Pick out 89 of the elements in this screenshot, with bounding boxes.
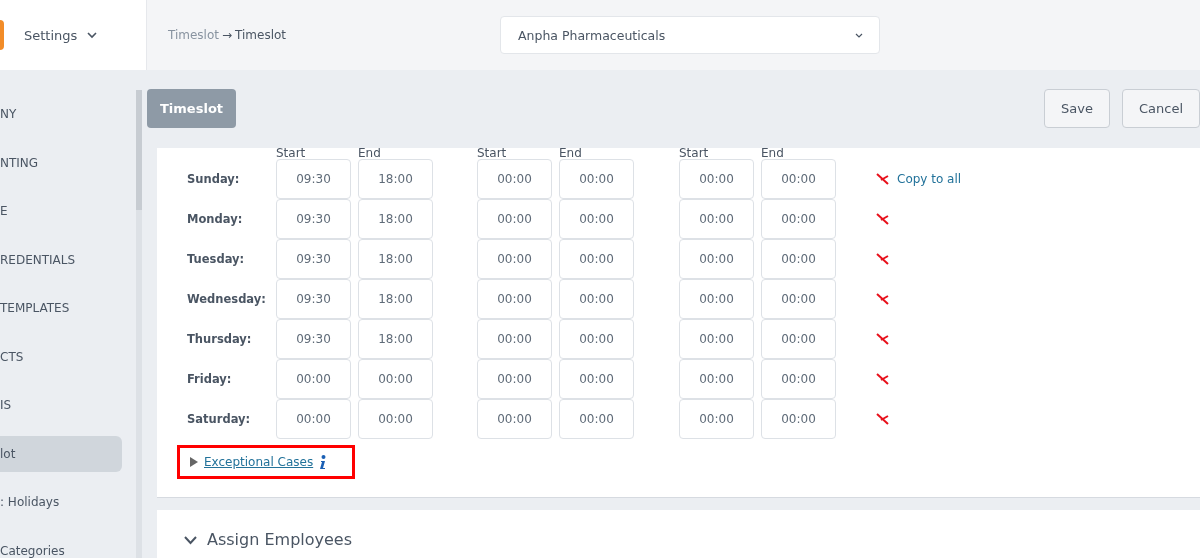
sidebar-item[interactable]: : Holidays	[0, 484, 122, 520]
column-label: Start	[679, 148, 710, 159]
day-label: Monday:	[187, 212, 244, 226]
scrollbar[interactable]	[136, 90, 142, 558]
company-select[interactable]: Anpha Pharmaceuticals	[500, 16, 880, 54]
breadcrumb-arrow: →	[222, 28, 233, 42]
time-field[interactable]: 18:00	[358, 159, 433, 199]
sidebar-item[interactable]: TEMPLATES	[0, 290, 122, 326]
remove-icon[interactable]	[876, 173, 889, 185]
remove-icon[interactable]	[876, 373, 889, 385]
column-label: Start	[477, 148, 508, 159]
sidebar-item[interactable]: E	[0, 193, 122, 229]
time-field[interactable]: 00:00	[559, 199, 634, 239]
column-label: End	[358, 148, 382, 159]
time-field[interactable]: 00:00	[559, 239, 634, 279]
time-field[interactable]: 00:00	[761, 319, 836, 359]
settings-menu[interactable]: Settings	[24, 27, 98, 43]
chevron-down-icon	[855, 32, 863, 38]
time-field[interactable]: 00:00	[679, 159, 754, 199]
time-field[interactable]: 00:00	[761, 279, 836, 319]
time-field[interactable]: 00:00	[477, 399, 552, 439]
time-field[interactable]: 00:00	[679, 359, 754, 399]
expand-triangle-icon[interactable]	[190, 457, 198, 467]
time-field[interactable]: 00:00	[761, 199, 836, 239]
remove-icon[interactable]	[876, 413, 889, 425]
day-label: Saturday:	[187, 412, 252, 426]
day-label: Thursday:	[187, 332, 253, 346]
time-field[interactable]: 09:30	[276, 279, 351, 319]
column-label: End	[559, 148, 583, 159]
time-field[interactable]: 00:00	[679, 199, 754, 239]
time-field[interactable]: 00:00	[761, 159, 836, 199]
info-icon[interactable]	[319, 454, 327, 470]
time-field[interactable]: 00:00	[358, 399, 433, 439]
time-field[interactable]: 00:00	[679, 279, 754, 319]
time-field[interactable]: 00:00	[761, 359, 836, 399]
time-field[interactable]: 00:00	[559, 159, 634, 199]
time-field[interactable]: 00:00	[358, 359, 433, 399]
remove-icon[interactable]	[876, 213, 889, 225]
time-field[interactable]: 00:00	[559, 319, 634, 359]
remove-icon[interactable]	[876, 253, 889, 265]
day-label: Sunday:	[187, 172, 241, 186]
day-label: Tuesday:	[187, 252, 246, 266]
time-field[interactable]: 00:00	[679, 399, 754, 439]
time-field[interactable]: 09:30	[276, 159, 351, 199]
cancel-button[interactable]: Cancel	[1121, 88, 1200, 128]
save-button[interactable]: Save	[1044, 88, 1110, 128]
time-field[interactable]: 18:00	[358, 279, 433, 319]
time-field[interactable]: 00:00	[679, 319, 754, 359]
page-title: Timeslot	[147, 88, 237, 128]
remove-icon[interactable]	[876, 333, 889, 345]
time-field[interactable]: 09:30	[276, 319, 351, 359]
breadcrumb-link[interactable]: Timeslot	[168, 28, 219, 42]
time-field[interactable]: 18:00	[358, 239, 433, 279]
sidebar-item[interactable]: NY	[0, 96, 122, 132]
time-field[interactable]: 09:30	[276, 199, 351, 239]
time-field[interactable]: 00:00	[477, 159, 552, 199]
sidebar-item[interactable]: IS	[0, 387, 122, 423]
copy-to-all-link[interactable]: Copy to all	[897, 172, 962, 186]
sidebar-item[interactable]: Categories	[0, 532, 122, 558]
day-label: Wednesday:	[187, 292, 267, 306]
chevron-icon[interactable]	[184, 536, 197, 545]
remove-icon[interactable]	[876, 293, 889, 305]
time-field[interactable]: 00:00	[761, 399, 836, 439]
time-field[interactable]: 00:00	[559, 399, 634, 439]
breadcrumb-current: Timeslot	[235, 28, 287, 42]
exceptional-cases-link[interactable]: Exceptional Cases	[204, 455, 314, 469]
time-field[interactable]: 00:00	[477, 319, 552, 359]
section-title: Assign Employees	[207, 530, 353, 549]
sidebar-item[interactable]: lot	[0, 435, 122, 472]
time-field[interactable]: 09:30	[276, 239, 351, 279]
time-field[interactable]: 00:00	[559, 279, 634, 319]
time-field[interactable]: 18:00	[358, 319, 433, 359]
sidebar-item[interactable]: NTING	[0, 144, 122, 181]
time-field[interactable]: 00:00	[679, 239, 754, 279]
sidebar-item[interactable]: REDENTIALS	[0, 241, 122, 278]
time-field[interactable]: 00:00	[276, 359, 351, 399]
day-label: Friday:	[187, 372, 233, 386]
time-field[interactable]: 00:00	[761, 239, 836, 279]
time-field[interactable]: 00:00	[276, 399, 351, 439]
column-label: Start	[276, 148, 307, 159]
time-field[interactable]: 18:00	[358, 199, 433, 239]
time-field[interactable]: 00:00	[559, 359, 634, 399]
sidebar-item[interactable]: CTS	[0, 338, 122, 375]
column-label: End	[761, 148, 785, 159]
time-field[interactable]: 00:00	[477, 279, 552, 319]
time-field[interactable]: 00:00	[477, 359, 552, 399]
chevron-down-icon	[87, 31, 98, 39]
time-field[interactable]: 00:00	[477, 239, 552, 279]
time-field[interactable]: 00:00	[477, 199, 552, 239]
